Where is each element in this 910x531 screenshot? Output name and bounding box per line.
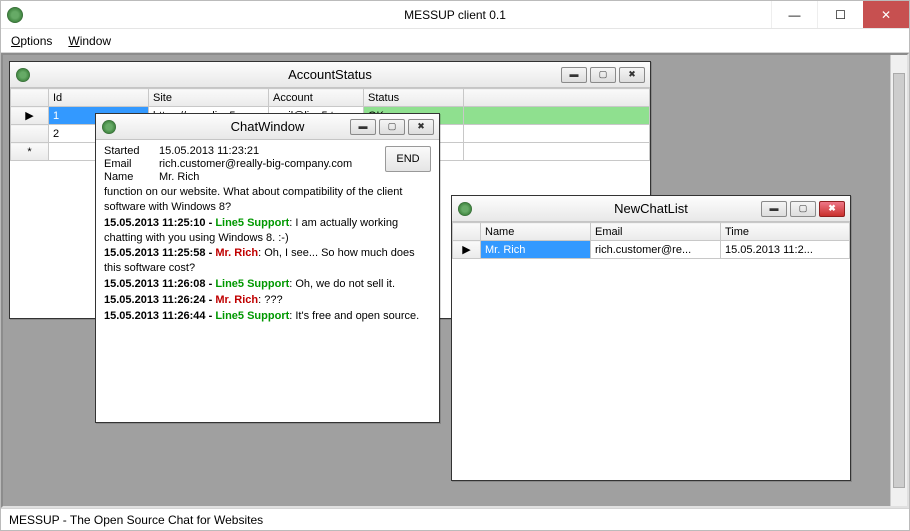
subwin-minimize-button[interactable]: ▬ — [350, 119, 376, 135]
new-chat-list-titlebar[interactable]: NewChatList ▬ ▢ ✖ — [452, 196, 850, 222]
chat-window-title: ChatWindow — [231, 119, 305, 134]
col-time[interactable]: Time — [721, 223, 850, 241]
app-icon — [102, 120, 116, 134]
end-chat-button[interactable]: END — [385, 146, 431, 172]
mdi-vertical-scrollbar[interactable] — [890, 55, 907, 506]
chat-window[interactable]: ChatWindow ▬ ▢ ✖ END Started 15.05.2013 … — [95, 113, 440, 423]
col-id[interactable]: Id — [49, 89, 149, 107]
subwin-maximize-button[interactable]: ▢ — [590, 67, 616, 83]
label-email: Email — [104, 158, 159, 170]
app-icon — [458, 202, 472, 216]
subwin-close-button[interactable]: ✖ — [619, 67, 645, 83]
menu-window[interactable]: Window — [68, 34, 111, 48]
chat-window-titlebar[interactable]: ChatWindow ▬ ▢ ✖ — [96, 114, 439, 140]
value-name: Mr. Rich — [159, 171, 431, 183]
col-name[interactable]: Name — [481, 223, 591, 241]
label-name: Name — [104, 171, 159, 183]
col-email[interactable]: Email — [591, 223, 721, 241]
subwin-maximize-button[interactable]: ▢ — [379, 119, 405, 135]
main-window: MESSUP client 0.1 — ☐ ✕ Options Window A… — [0, 0, 910, 531]
maximize-button[interactable]: ☐ — [817, 1, 863, 28]
col-account[interactable]: Account — [269, 89, 364, 107]
new-chat-list-grid[interactable]: Name Email Time ▶ Mr. Rich rich.customer… — [452, 222, 850, 259]
new-chat-list-title: NewChatList — [614, 201, 688, 216]
minimize-button[interactable]: — — [771, 1, 817, 28]
subwin-close-button[interactable]: ✖ — [408, 119, 434, 135]
app-icon — [16, 68, 30, 82]
mdi-area: AccountStatus ▬ ▢ ✖ Id Site Account Stat… — [1, 53, 909, 508]
account-status-title: AccountStatus — [288, 67, 372, 82]
label-started: Started — [104, 145, 159, 157]
close-button[interactable]: ✕ — [863, 1, 909, 28]
subwin-maximize-button[interactable]: ▢ — [790, 201, 816, 217]
subwin-close-button[interactable]: ✖ — [819, 201, 845, 217]
status-text: MESSUP - The Open Source Chat for Websit… — [9, 513, 263, 527]
chat-log: function on our website. What about comp… — [104, 185, 431, 324]
menubar: Options Window — [1, 29, 909, 53]
app-title: MESSUP client 0.1 — [404, 8, 506, 22]
menu-options[interactable]: Options — [11, 34, 52, 48]
app-icon — [7, 7, 23, 23]
main-titlebar[interactable]: MESSUP client 0.1 — ☐ ✕ — [1, 1, 909, 29]
new-chat-list-window[interactable]: NewChatList ▬ ▢ ✖ Name Email Time — [451, 195, 851, 481]
col-status[interactable]: Status — [364, 89, 464, 107]
subwin-minimize-button[interactable]: ▬ — [561, 67, 587, 83]
account-status-titlebar[interactable]: AccountStatus ▬ ▢ ✖ — [10, 62, 650, 88]
statusbar: MESSUP - The Open Source Chat for Websit… — [1, 508, 909, 530]
table-row[interactable]: ▶ Mr. Rich rich.customer@re... 15.05.201… — [453, 241, 850, 259]
col-site[interactable]: Site — [149, 89, 269, 107]
subwin-minimize-button[interactable]: ▬ — [761, 201, 787, 217]
